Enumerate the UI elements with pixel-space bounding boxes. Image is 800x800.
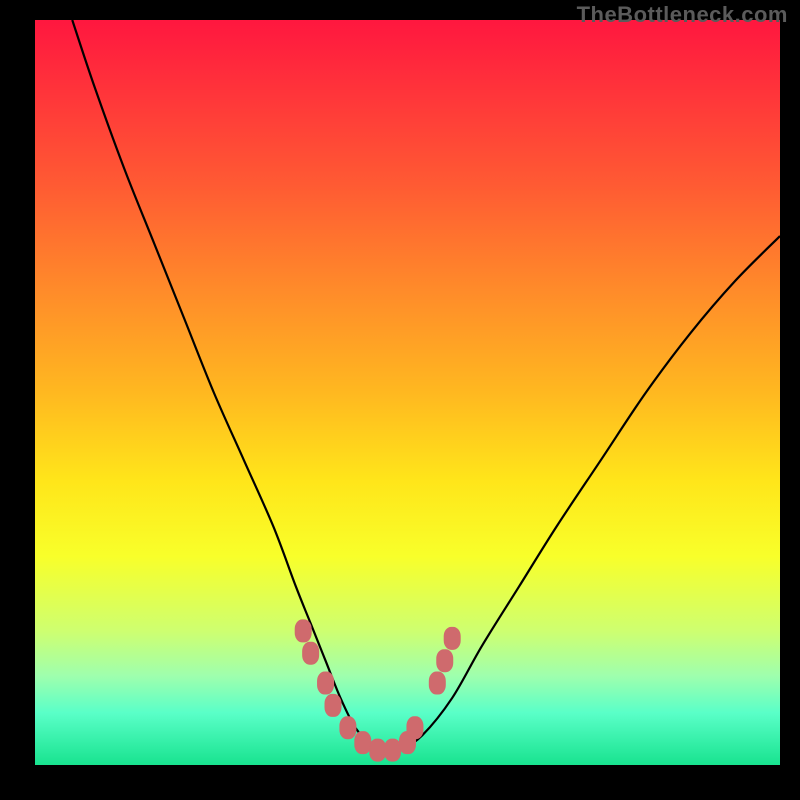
- curve-marker: [340, 717, 356, 739]
- curve-marker: [370, 739, 386, 761]
- curve-marker: [437, 650, 453, 672]
- marker-group: [295, 620, 460, 761]
- curve-marker: [303, 642, 319, 664]
- curve-marker: [295, 620, 311, 642]
- curve-marker: [385, 739, 401, 761]
- curve-marker: [325, 694, 341, 716]
- curve-marker: [355, 732, 371, 754]
- curve-marker: [429, 672, 445, 694]
- plot-area: [35, 20, 780, 765]
- curve-path: [72, 20, 780, 752]
- watermark-text: TheBottleneck.com: [577, 2, 788, 28]
- bottleneck-curve: [35, 20, 780, 765]
- curve-marker: [318, 672, 334, 694]
- curve-marker: [444, 627, 460, 649]
- chart-frame: TheBottleneck.com: [0, 0, 800, 800]
- curve-marker: [407, 717, 423, 739]
